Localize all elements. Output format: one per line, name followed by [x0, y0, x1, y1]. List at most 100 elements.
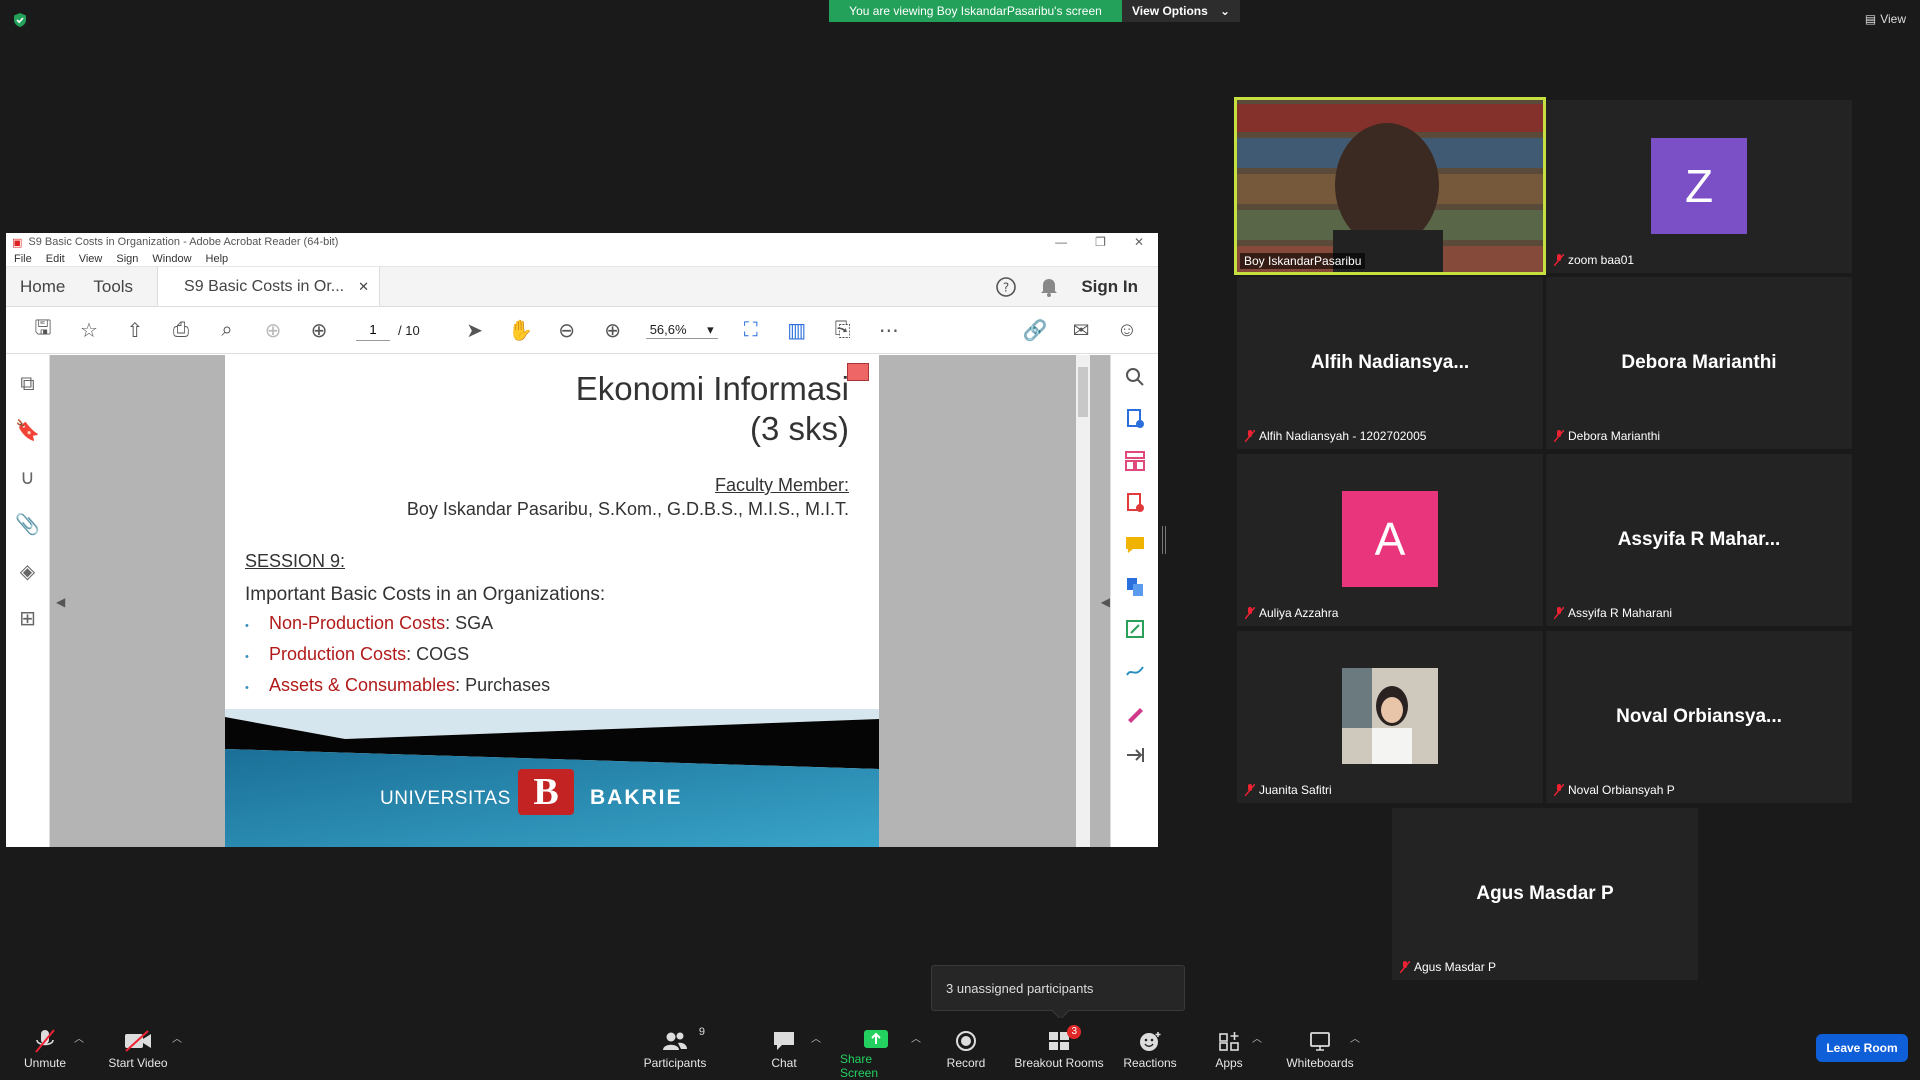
menu-help[interactable]: Help [206, 253, 229, 265]
participant-tile-noval[interactable]: Noval Orbiansya... Noval Orbiansyah P [1546, 631, 1852, 803]
tab-home[interactable]: Home [6, 267, 79, 306]
participant-label: Alfih Nadiansyah - 1202702005 [1245, 429, 1426, 443]
participant-label: Debora Marianthi [1554, 429, 1660, 443]
menu-edit[interactable]: Edit [46, 253, 65, 265]
edit-pdf-icon[interactable] [1123, 617, 1147, 641]
reactions-smiley-icon [1140, 1032, 1161, 1051]
share-user-icon[interactable]: ☺ [1104, 315, 1150, 345]
prev-page-icon[interactable]: ⊕ [250, 315, 296, 345]
attachment-icon[interactable]: 📎 [15, 512, 40, 537]
share-options-caret-icon[interactable]: ︿ [911, 1030, 921, 1045]
breakout-rooms-button[interactable]: 3 Breakout Rooms [1014, 1018, 1104, 1080]
participant-tile-auliya[interactable]: A Auliya Azzahra [1237, 454, 1543, 626]
menu-view[interactable]: View [79, 253, 103, 265]
comment-icon[interactable] [1123, 533, 1147, 557]
signature-icon[interactable]: ∪ [20, 465, 35, 490]
view-options-button[interactable]: View Options ⌄ [1122, 0, 1240, 22]
save-icon[interactable]: 🖫 [20, 315, 66, 345]
create-pdf-icon[interactable] [1123, 491, 1147, 515]
hand-tool-icon[interactable]: ✋ [498, 315, 544, 345]
tab-tools[interactable]: Tools [79, 267, 147, 306]
page-number-input[interactable] [356, 319, 390, 341]
next-page-icon[interactable]: ⊕ [296, 315, 342, 345]
participant-tile-zoom-baa01[interactable]: Z zoom baa01 [1546, 100, 1852, 273]
bullet-icon: • [245, 682, 249, 694]
bell-icon[interactable] [1039, 276, 1059, 298]
zoom-out-icon[interactable]: ⊖ [544, 315, 590, 345]
panel-resize-handle[interactable] [1162, 526, 1166, 554]
document-area[interactable]: ◀ ◀ Ekonomi Informasi (3 sks) Faculty Me… [50, 355, 1110, 847]
scrollbar-thumb[interactable] [1078, 367, 1088, 417]
participant-tile-alfih[interactable]: Alfih Nadiansya... Alfih Nadiansyah - 12… [1237, 277, 1543, 449]
close-window-icon[interactable]: ✕ [1134, 235, 1144, 249]
left-navigation-rail: ⧉ 🔖 ∪ 📎 ◈ ⊞ [6, 355, 50, 847]
sign-in-button[interactable]: Sign In [1081, 277, 1138, 297]
combine-files-icon[interactable] [1123, 575, 1147, 599]
expand-tools-icon[interactable] [1123, 743, 1147, 767]
zoom-select[interactable]: 56,6% ▾ [645, 322, 718, 339]
svg-text:?: ? [1003, 280, 1009, 294]
menu-window[interactable]: Window [152, 253, 191, 265]
menu-file[interactable]: File [14, 253, 32, 265]
participant-name: Juanita Safitri [1259, 783, 1332, 797]
layers-icon[interactable]: ◈ [20, 559, 35, 584]
share-screen-button[interactable]: Share Screen [840, 1018, 912, 1080]
start-video-button[interactable]: Start Video [106, 1018, 170, 1080]
bookmark-icon[interactable]: 🔖 [15, 418, 40, 443]
participant-tile-assyifa[interactable]: Assyifa R Mahar... Assyifa R Maharani [1546, 454, 1852, 626]
security-shield-icon[interactable] [12, 12, 28, 28]
window-title: S9 Basic Costs in Organization - Adobe A… [28, 236, 339, 248]
chat-button[interactable]: Chat [768, 1018, 800, 1080]
record-button[interactable]: Record [946, 1018, 986, 1080]
read-mode-icon[interactable]: ⎘ [820, 315, 866, 345]
page-view-icon[interactable]: ▥ [774, 315, 820, 345]
reactions-button[interactable]: Reactions [1122, 1018, 1178, 1080]
participant-tile-boy[interactable]: Boy IskandarPasaribu [1234, 97, 1546, 275]
select-cursor-icon[interactable]: ➤ [452, 315, 498, 345]
participant-tile-juanita[interactable]: Juanita Safitri [1237, 631, 1543, 803]
help-icon[interactable]: ? [995, 276, 1017, 298]
page-thumbnails-icon[interactable]: ⧉ [20, 373, 34, 396]
fill-sign-icon[interactable] [1123, 701, 1147, 725]
whiteboards-options-caret-icon[interactable]: ︿ [1350, 1030, 1360, 1045]
vertical-scrollbar[interactable] [1076, 355, 1090, 847]
zoom-in-icon[interactable]: ⊕ [590, 315, 636, 345]
print-icon[interactable]: ⎙ [158, 315, 204, 345]
export-pdf-icon[interactable] [1123, 407, 1147, 431]
more-tools-icon[interactable]: ⋯ [866, 315, 912, 345]
collapse-right-icon[interactable]: ◀ [1101, 595, 1110, 609]
participant-tile-agus[interactable]: Agus Masdar P Agus Masdar P [1392, 808, 1698, 980]
audio-options-caret-icon[interactable]: ︿ [74, 1030, 84, 1045]
upload-cloud-icon[interactable]: ⇧ [112, 315, 158, 345]
acrobat-body: ⧉ 🔖 ∪ 📎 ◈ ⊞ ◀ ◀ Ekonomi Informasi (3 sks… [6, 355, 1158, 847]
apps-button[interactable]: Apps [1214, 1018, 1244, 1080]
whiteboards-button[interactable]: Whiteboards [1284, 1018, 1356, 1080]
acrobat-window: ▣ S9 Basic Costs in Organization - Adobe… [6, 233, 1158, 847]
tree-structure-icon[interactable]: ⊞ [19, 606, 36, 631]
star-icon[interactable]: ☆ [66, 315, 112, 345]
search-zoom-icon[interactable] [1123, 365, 1147, 389]
leave-room-button[interactable]: Leave Room [1816, 1034, 1908, 1062]
email-icon[interactable]: ✉ [1058, 315, 1104, 345]
participants-button[interactable]: 9 Participants [642, 1018, 708, 1080]
menu-sign[interactable]: Sign [116, 253, 138, 265]
unmute-button[interactable]: Unmute [20, 1018, 70, 1080]
participant-tile-debora[interactable]: Debora Marianthi Debora Marianthi [1546, 277, 1852, 449]
video-options-caret-icon[interactable]: ︿ [172, 1030, 182, 1045]
organize-pages-icon[interactable] [1123, 449, 1147, 473]
apps-options-caret-icon[interactable]: ︿ [1252, 1030, 1262, 1045]
participant-name: Assyifa R Maharani [1568, 606, 1673, 620]
collapse-left-icon[interactable]: ◀ [56, 595, 65, 609]
tab-document[interactable]: S9 Basic Costs in Or... ✕ [157, 267, 381, 306]
participant-name: Debora Marianthi [1568, 429, 1661, 443]
minimize-icon[interactable]: — [1055, 235, 1067, 249]
share-link-icon[interactable]: 🔗 [1012, 315, 1058, 345]
fit-page-icon[interactable]: ⛶ [728, 315, 774, 345]
view-button[interactable]: ▤ View [1865, 12, 1906, 26]
zoom-search-icon[interactable]: ⌕ [204, 315, 250, 345]
chat-options-caret-icon[interactable]: ︿ [811, 1030, 821, 1045]
close-tab-icon[interactable]: ✕ [358, 279, 369, 295]
send-for-signature-icon[interactable] [1123, 659, 1147, 683]
restore-icon[interactable]: ❐ [1095, 235, 1106, 249]
breakout-badge: 3 [1067, 1025, 1081, 1039]
